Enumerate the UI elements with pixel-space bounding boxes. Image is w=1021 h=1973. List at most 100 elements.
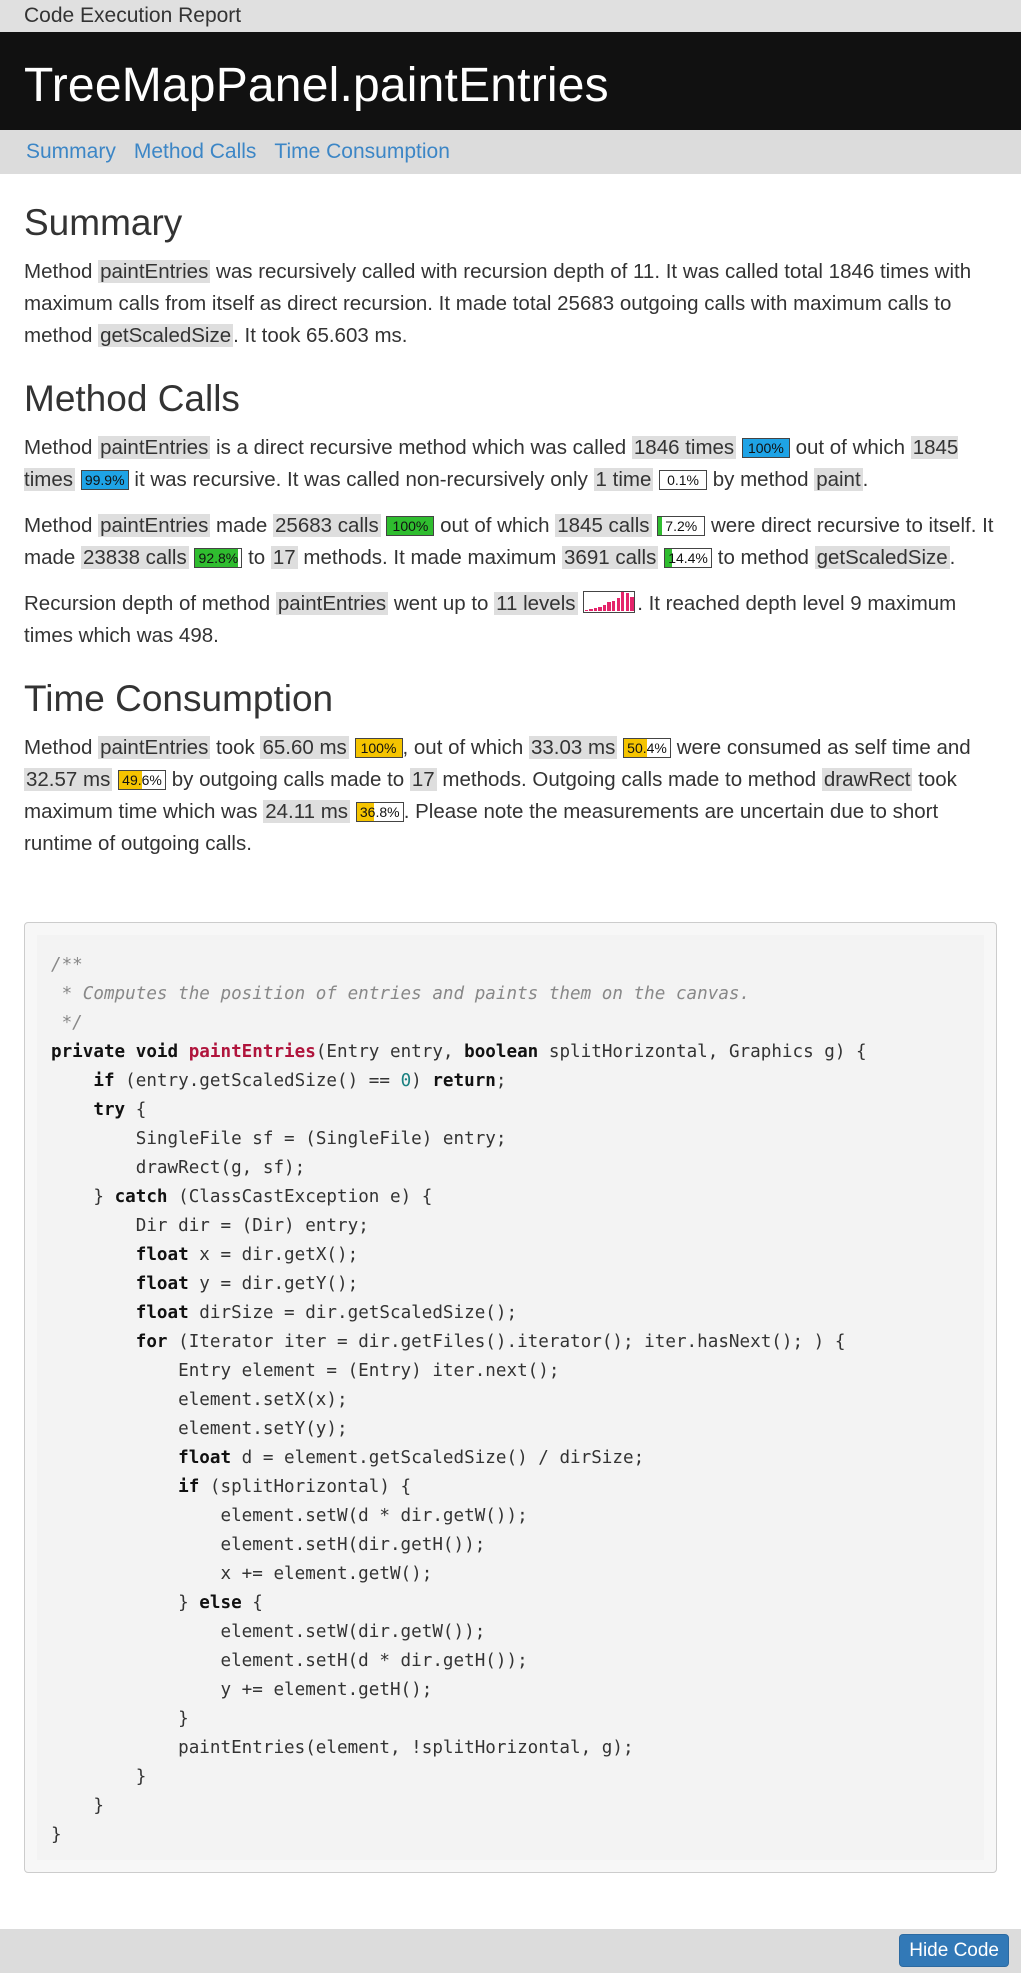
code-text: Dir dir = (Dir) entry; [135, 1216, 369, 1236]
target-method-name: drawRect [821, 768, 913, 791]
text: out of which [789, 436, 911, 459]
percent-label: 50.4% [627, 740, 667, 756]
code-text: y = dir.getY(); [188, 1274, 359, 1294]
report-label: Code Execution Report [0, 0, 1021, 32]
comment: */ [51, 1013, 83, 1033]
nav-time-consumption-link[interactable]: Time Consumption [274, 140, 449, 164]
code-text: element.setH(d * dir.getH()); [220, 1651, 528, 1671]
code-text: y += element.getH(); [220, 1680, 433, 1700]
depth-histogram [583, 591, 636, 613]
percent-label: 14.4% [668, 550, 708, 566]
hide-code-button[interactable]: Hide Code [899, 1934, 1009, 1967]
keyword: float [135, 1274, 189, 1294]
keyword: else [199, 1593, 242, 1613]
text: methods. It made maximum [297, 546, 563, 569]
text: took [210, 736, 261, 759]
code-text: splitHorizontal, Graphics g) { [538, 1042, 867, 1062]
report-content: Summary Method paintEntries was recursiv… [0, 202, 1021, 860]
percent-label: 0.1% [667, 472, 700, 488]
text: by outgoing calls made to [166, 768, 410, 791]
caller-method-name: paint [814, 468, 863, 491]
percent-label: 92.8% [198, 550, 239, 566]
self-time: 33.03 ms [529, 736, 618, 759]
code-text: element.setY(y); [178, 1419, 348, 1439]
comment: /** [51, 955, 83, 975]
percent-fill [658, 517, 662, 535]
recursion-levels: 11 levels [494, 592, 578, 615]
nav-method-calls-link[interactable]: Method Calls [134, 140, 257, 164]
text: Recursion depth of method [24, 592, 276, 615]
code-panel: /** * Computes the position of entries a… [24, 922, 997, 1873]
keyword: float [135, 1303, 189, 1323]
percent-badge: 14.4% [664, 548, 713, 568]
keyword: catch [114, 1187, 168, 1207]
keyword: if [178, 1477, 200, 1497]
percent-label: 99.9% [84, 472, 125, 488]
depth-bar [621, 592, 625, 611]
code-text: x += element.getW(); [220, 1564, 433, 1584]
direct-recursive-count: 1845 calls [555, 514, 652, 537]
source-code: /** * Computes the position of entries a… [37, 935, 984, 1860]
max-call-count: 3691 calls [562, 546, 659, 569]
code-text: (Entry entry, [315, 1042, 465, 1062]
summary-heading: Summary [24, 202, 183, 243]
text: were consumed as self time and [671, 736, 971, 759]
code-text: (ClassCastException e) { [167, 1187, 433, 1207]
keyword: for [135, 1332, 168, 1352]
text: went up to [388, 592, 495, 615]
percent-badge: 92.8% [194, 548, 243, 568]
time-consumption-heading: Time Consumption [24, 678, 334, 719]
code-text: dirSize = dir.getScaledSize(); [188, 1303, 518, 1323]
text: Method [24, 436, 99, 459]
percent-badge: 7.2% [657, 516, 706, 536]
max-time: 24.11 ms [263, 800, 351, 823]
percent-badge: 100% [354, 738, 403, 758]
percent-label: 100% [360, 740, 397, 756]
text: Method [24, 736, 99, 759]
depth-bar [616, 597, 620, 611]
percent-label: 7.2% [665, 518, 698, 534]
code-text: paintEntries(element, !splitHorizontal, … [178, 1738, 634, 1758]
keyword: float [135, 1245, 189, 1265]
text: . [949, 546, 956, 569]
text: by method [707, 468, 815, 491]
depth-bar [584, 610, 589, 611]
percent-badge: 100% [741, 438, 790, 458]
page-title: TreeMapPanel.paintEntries [0, 32, 1021, 130]
text: Method [24, 260, 99, 283]
code-text: (splitHorizontal) { [199, 1477, 412, 1497]
percent-badge: 100% [386, 516, 435, 536]
number-literal: 0 [400, 1071, 412, 1091]
percent-badge: 50.4% [623, 738, 672, 758]
code-text: { [241, 1593, 263, 1613]
text: methods. Outgoing calls made to method [436, 768, 822, 791]
percent-label: 100% [747, 440, 784, 456]
code-text: } [135, 1767, 147, 1787]
code-text: { [125, 1100, 147, 1120]
method-name: paintEntries [98, 514, 211, 537]
text: to method [712, 546, 815, 569]
depth-bar [589, 609, 593, 611]
nav-bar: Summary Method Calls Time Consumption [0, 130, 1021, 174]
depth-bar [611, 600, 616, 611]
code-text: x = dir.getX(); [188, 1245, 359, 1265]
text: is a direct recursive method which was c… [210, 436, 632, 459]
code-text: element.setW(d * dir.getW()); [220, 1506, 528, 1526]
keyword: boolean [464, 1042, 539, 1062]
percent-badge: 36.8% [355, 802, 404, 822]
code-text: Entry element = (Entry) iter.next(); [178, 1361, 560, 1381]
total-time: 65.60 ms [260, 736, 349, 759]
percent-badge: 0.1% [659, 470, 708, 490]
target-method-name: getScaledSize [98, 324, 234, 347]
method-name: paintEntries [98, 436, 211, 459]
code-text: } [51, 1825, 62, 1845]
code-text: (Iterator iter = dir.getFiles().iterator… [167, 1332, 846, 1352]
percent-label: 100% [392, 518, 429, 534]
nav-summary-link[interactable]: Summary [26, 140, 116, 164]
keyword: private [51, 1042, 126, 1062]
summary-paragraph: Method paintEntries was recursively call… [24, 256, 997, 352]
method-calls-paragraph-3: Recursion depth of method paintEntries w… [24, 588, 997, 652]
depth-bar [607, 602, 611, 611]
keyword: float [178, 1448, 232, 1468]
method-count: 17 [270, 546, 298, 569]
